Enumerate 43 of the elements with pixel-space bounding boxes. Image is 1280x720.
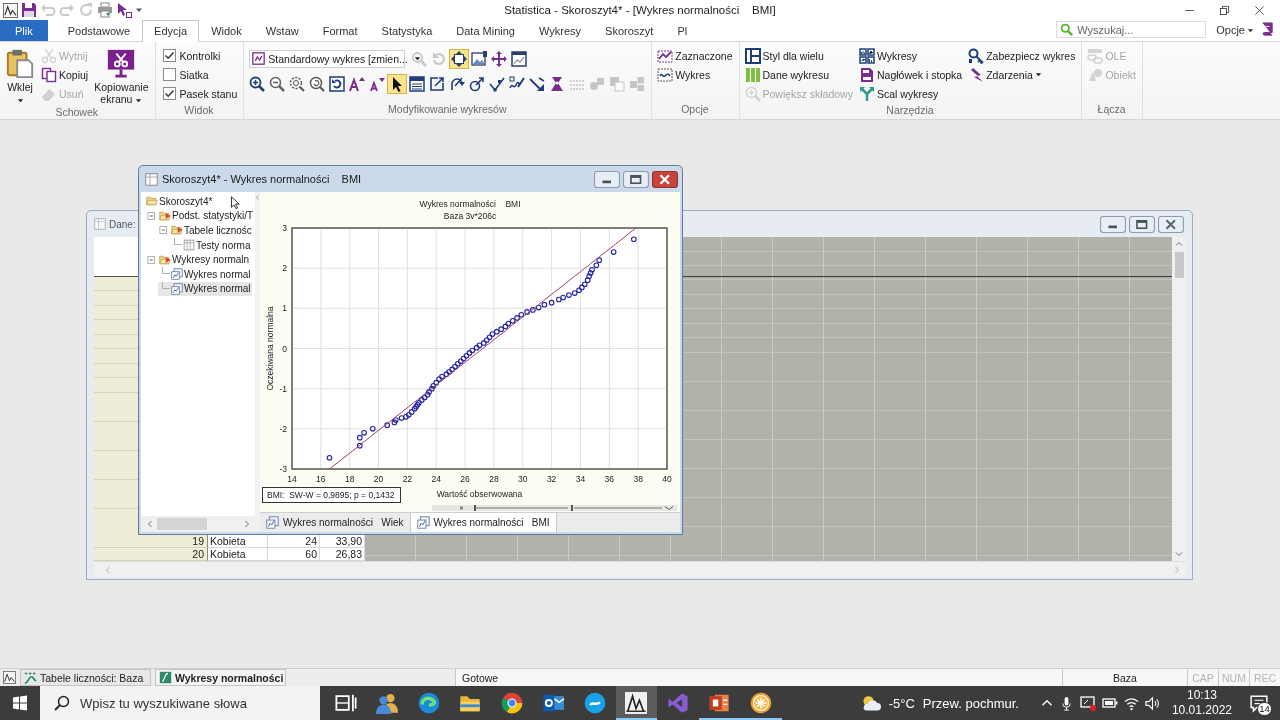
x-tick-label: 40 — [662, 474, 672, 484]
group-label: Modyfikowanie wykresów — [387, 102, 508, 117]
x-tick-label: 36 — [604, 474, 615, 484]
x-tick-label: 30 — [518, 474, 528, 484]
x-axis-label: Wartość obserwowana — [436, 489, 523, 499]
window-title: Statistica - Skoroszyt4* - [Wykres normalności BMI] — [504, 4, 776, 16]
data-source-label: Baza — [1062, 669, 1187, 686]
statistics-box: BMI: SW-W = 0,9895; p = 0,1432 — [262, 487, 401, 503]
x-tick-label: 32 — [546, 474, 557, 484]
window-title: Dane: — [109, 218, 136, 230]
notification-count: 14 — [1257, 702, 1272, 716]
row-number: 19 — [94, 535, 208, 548]
key-indicator: REC — [1249, 669, 1280, 686]
x-tick-label: 14 — [287, 474, 297, 484]
status-message: Gotowe — [455, 669, 1062, 686]
group-label: Narzędzia — [885, 103, 935, 118]
x-tick-label: 28 — [489, 474, 499, 484]
x-tick-label: 24 — [431, 474, 441, 484]
x-tick-label: 16 — [316, 474, 326, 484]
key-indicator: NUM — [1218, 669, 1249, 686]
x-tick-label: 18 — [344, 474, 355, 484]
y-tick-label: -1 — [279, 383, 287, 394]
x-tick-label: 34 — [575, 474, 586, 484]
x-tick-label: 22 — [402, 474, 413, 484]
group-label: Łącza — [1096, 102, 1127, 117]
key-indicator: CAP — [1187, 669, 1218, 686]
x-tick-label: 26 — [460, 474, 470, 484]
group-label: Schowek — [54, 105, 100, 120]
y-tick-label: 1 — [282, 303, 287, 314]
y-tick-label: 2 — [282, 263, 287, 274]
row-number: 20 — [94, 548, 208, 561]
y-tick-label: 3 — [282, 223, 287, 233]
x-tick-label: 38 — [633, 474, 643, 484]
x-tick-label: 20 — [373, 474, 384, 484]
y-axis-label: Oczekiwana normalna — [265, 306, 275, 391]
group-label: Opcje — [680, 102, 710, 117]
chart-subtitle: Baza 3v*206c — [443, 211, 497, 221]
window-title: Skoroszyt4* - Wykres normalności BMI — [162, 173, 362, 185]
y-tick-label: 0 — [282, 343, 287, 354]
group-label: Widok — [183, 103, 215, 118]
chart-title: Wykres normalności BMI — [419, 199, 521, 209]
y-tick-label: -2 — [279, 423, 287, 434]
y-tick-label: -3 — [279, 464, 287, 474]
